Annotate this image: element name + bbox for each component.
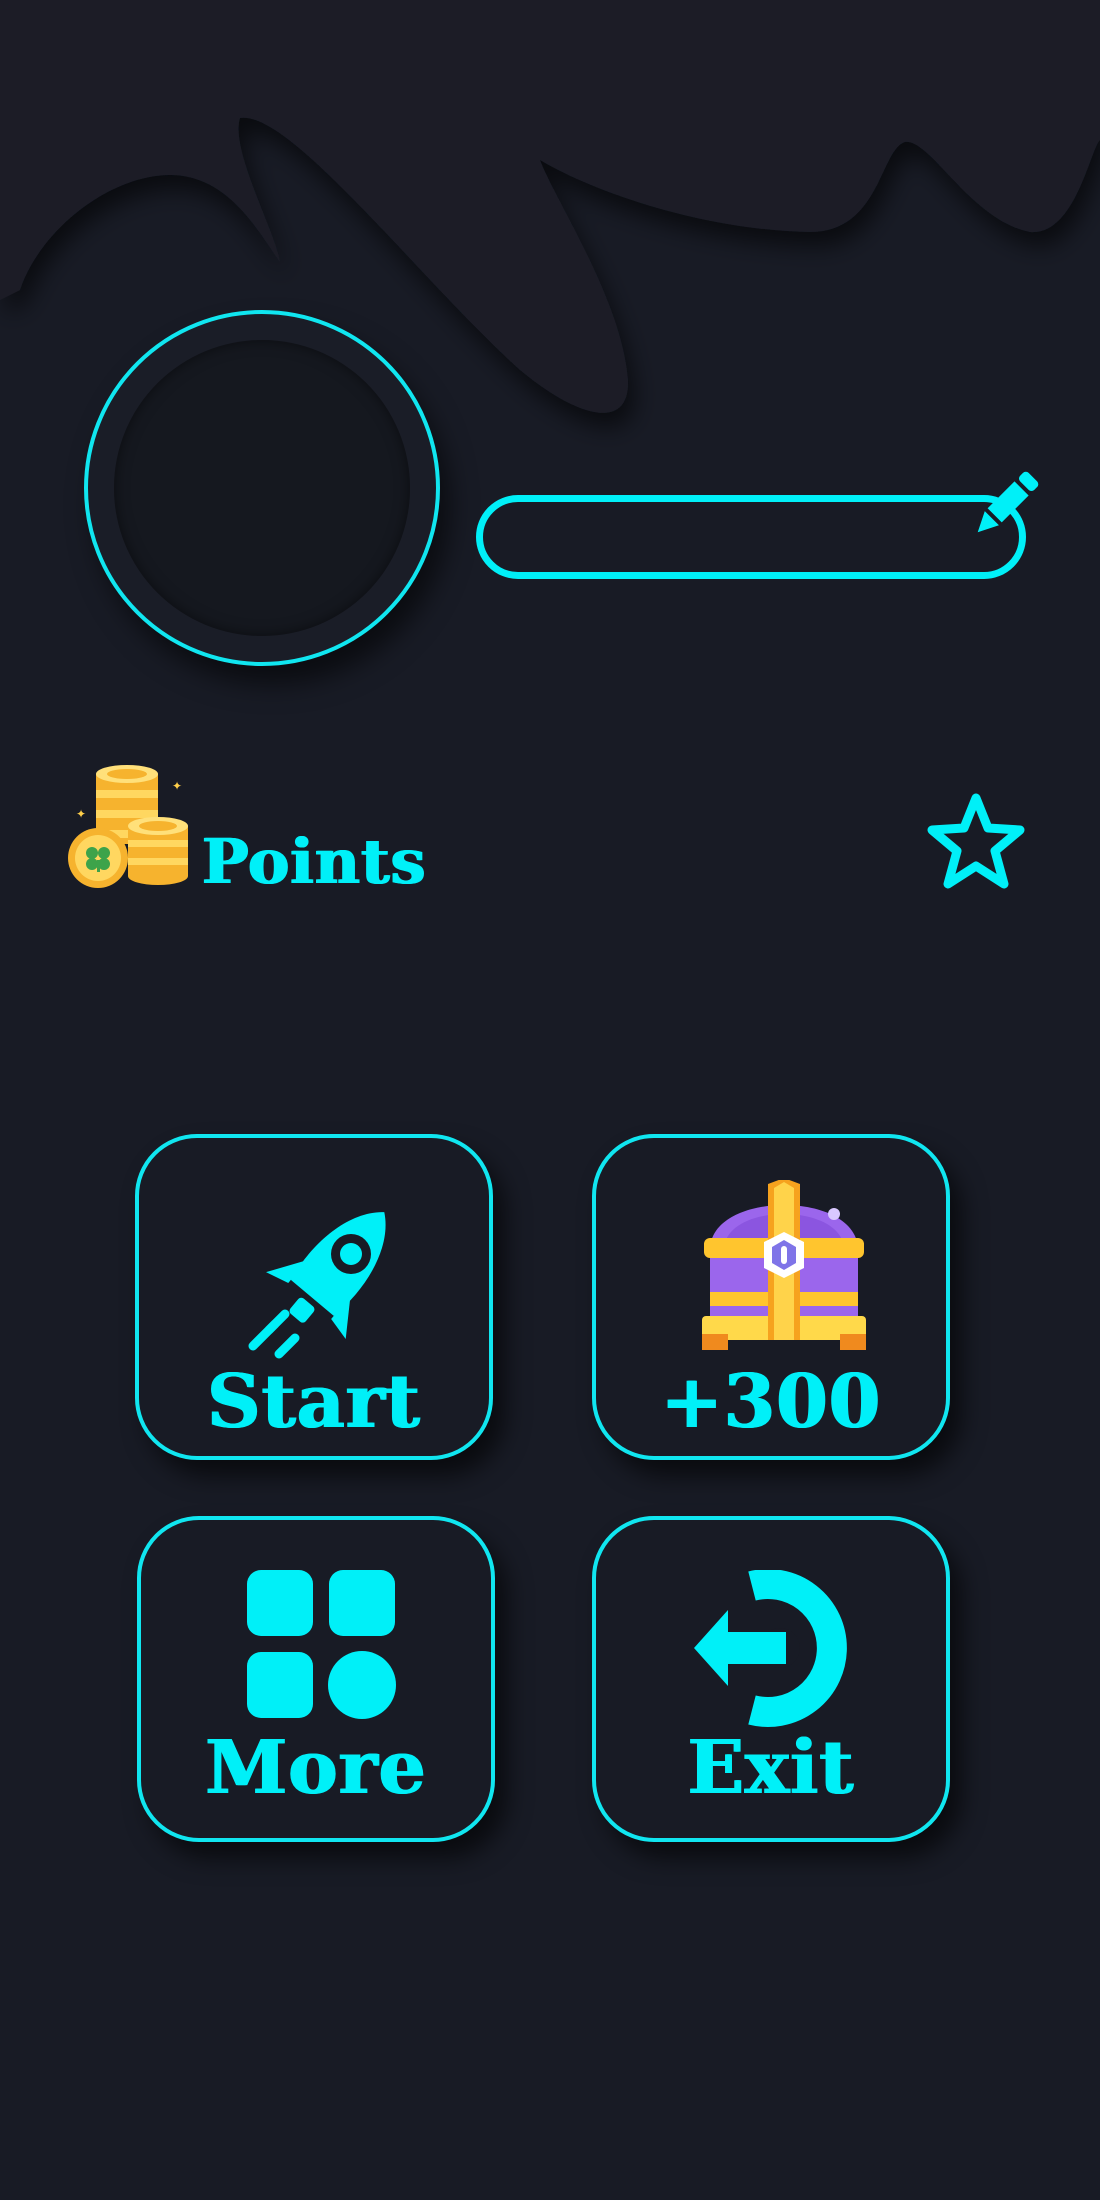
start-button[interactable]: Start — [135, 1134, 493, 1460]
pencil-icon[interactable] — [964, 462, 1048, 546]
more-label: More — [205, 1725, 427, 1811]
player-name-input[interactable] — [476, 495, 1026, 579]
coin-stack-icon: ✦ ✦ — [68, 765, 188, 888]
svg-text:✦: ✦ — [172, 779, 182, 793]
points-label: Points — [202, 825, 427, 898]
rocket-icon — [248, 1212, 386, 1359]
star-outline-icon[interactable] — [922, 790, 1030, 894]
treasure-chest-icon — [702, 1180, 866, 1350]
svg-text:✦: ✦ — [76, 807, 86, 821]
logout-arrow-icon — [694, 1570, 847, 1727]
reward-label: +300 — [660, 1359, 882, 1445]
exit-label: Exit — [687, 1725, 855, 1811]
start-label: Start — [207, 1359, 421, 1445]
avatar-placeholder — [114, 340, 410, 636]
grid-apps-icon — [247, 1570, 396, 1719]
avatar[interactable] — [84, 310, 440, 666]
reward-button[interactable]: +300 — [592, 1134, 950, 1460]
exit-button[interactable]: Exit — [592, 1516, 950, 1842]
more-button[interactable]: More — [137, 1516, 495, 1842]
